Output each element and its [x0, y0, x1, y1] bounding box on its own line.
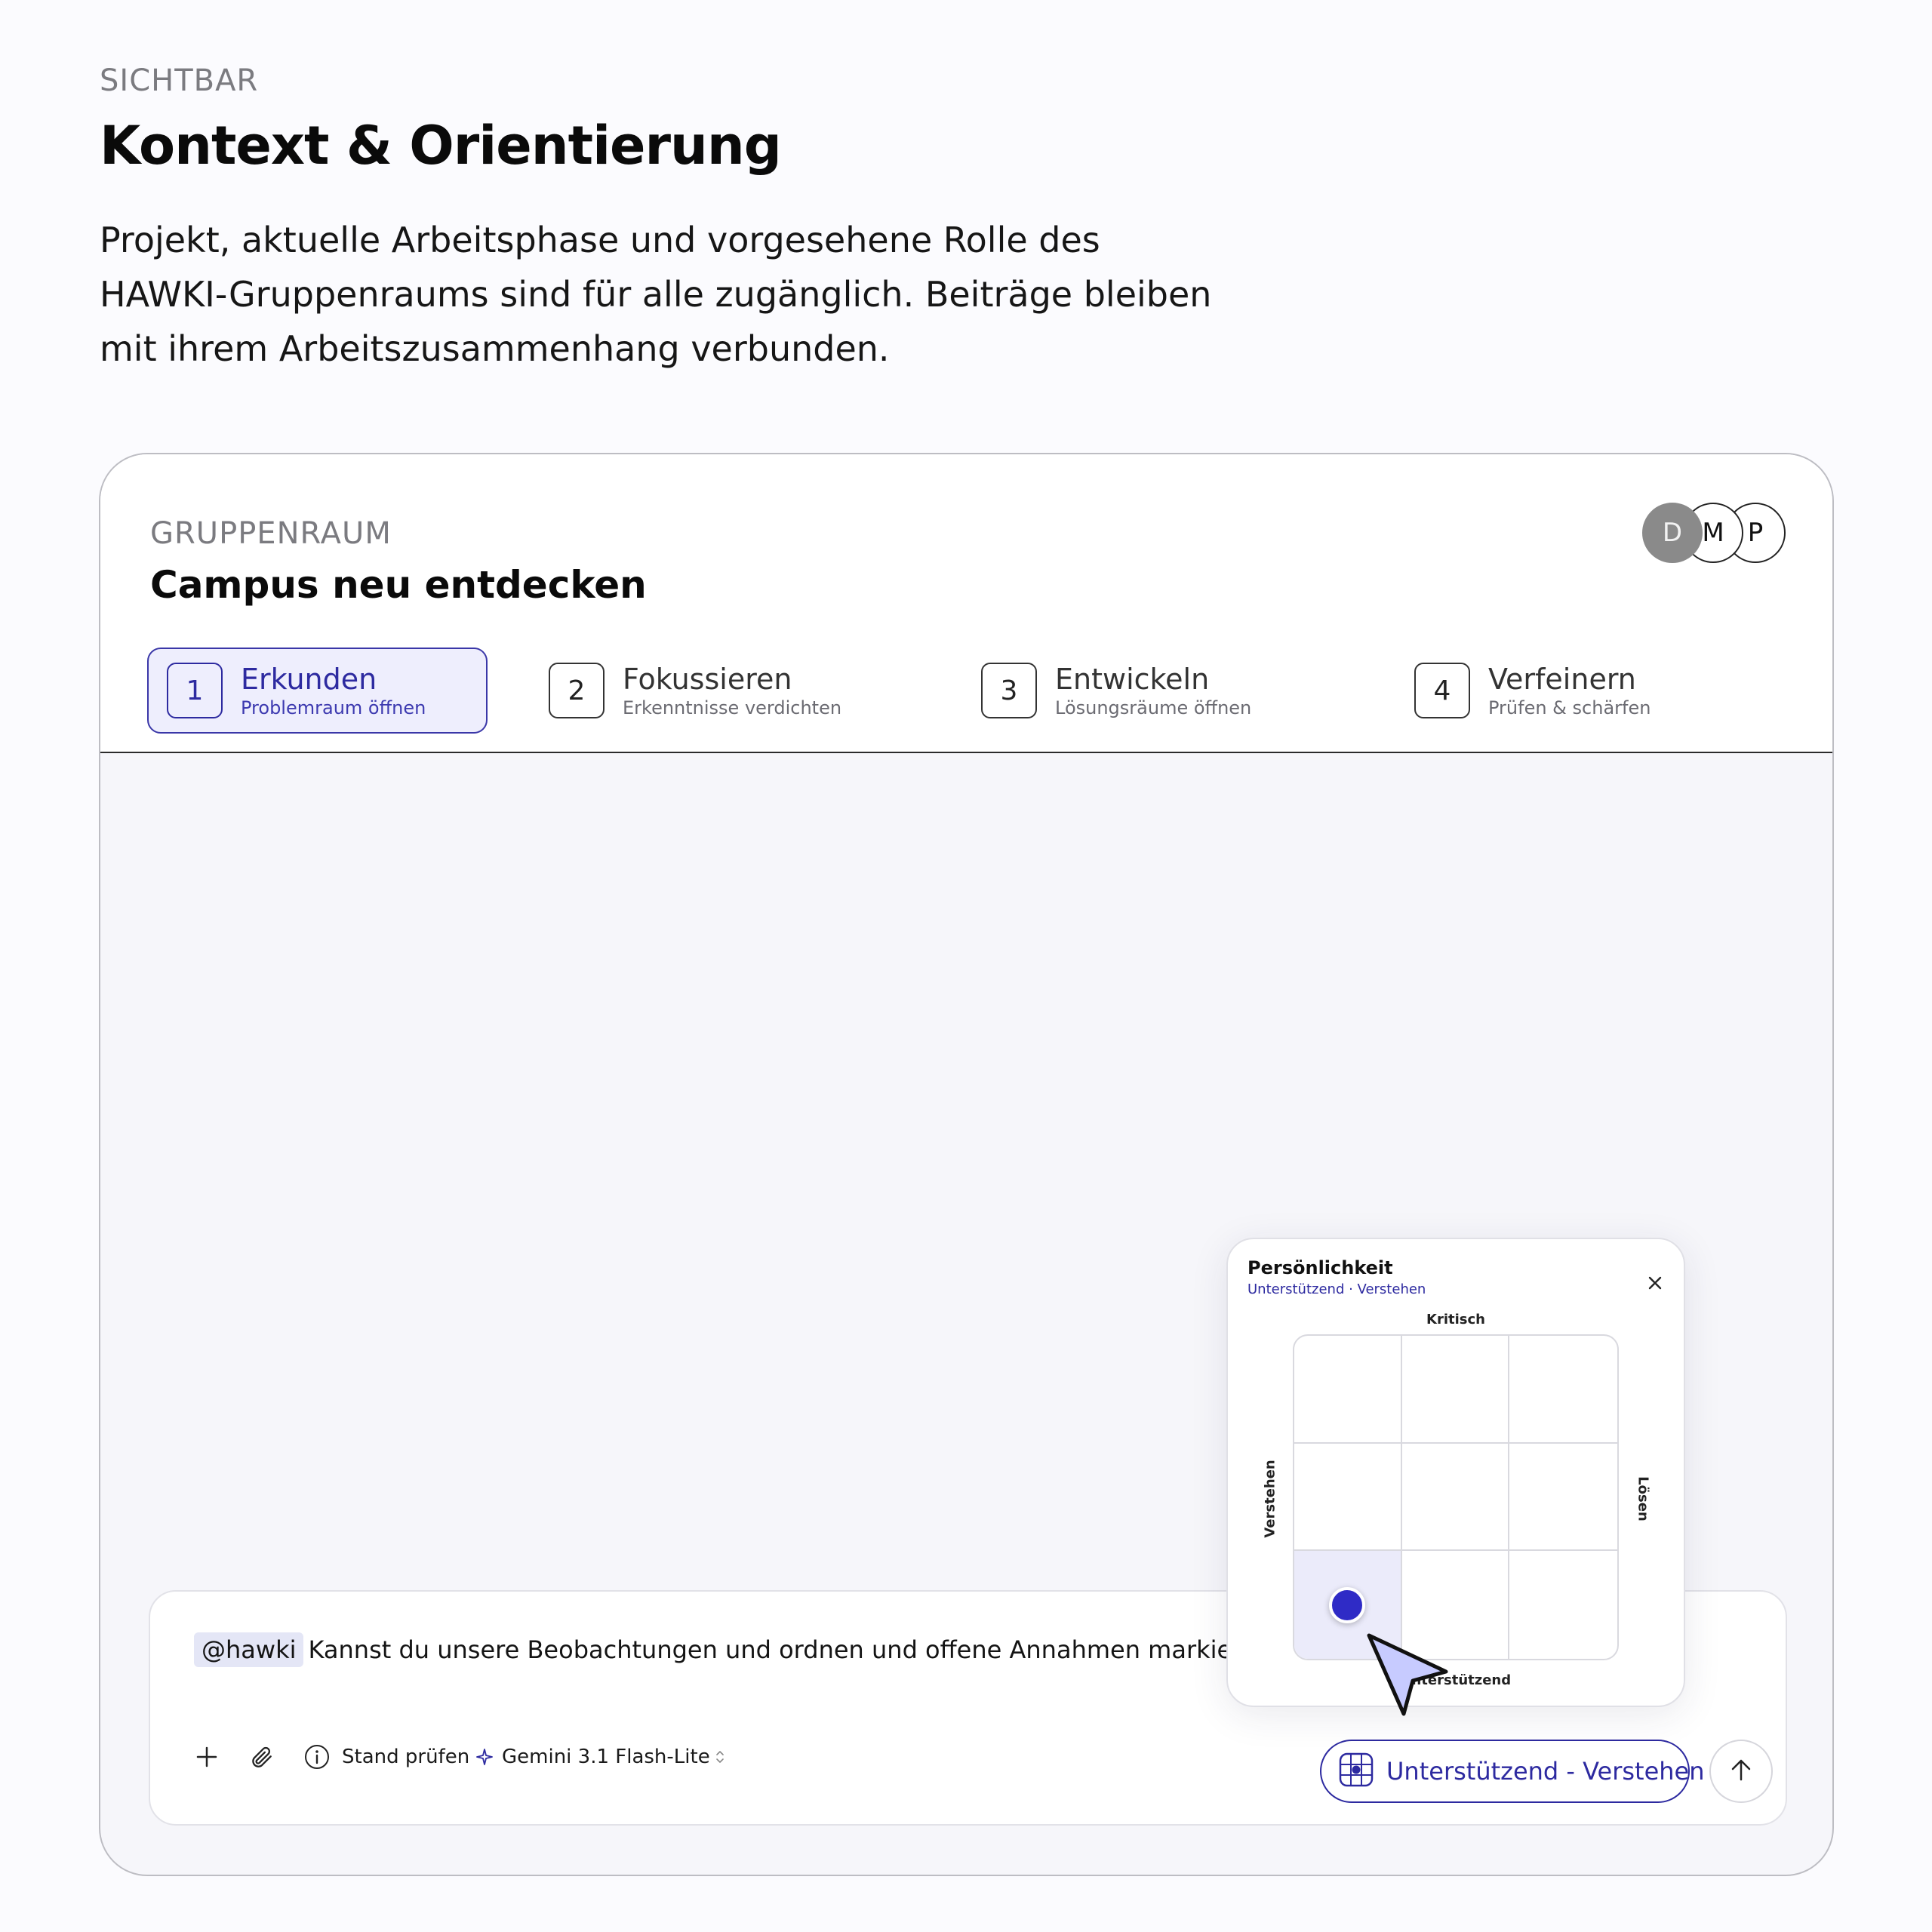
member-avatars: D M P: [1642, 503, 1793, 563]
page-title: Kontext & Orientierung: [100, 115, 782, 177]
page-description: Projekt, aktuelle Arbeitsphase und vorge…: [100, 220, 1212, 369]
grid-cell[interactable]: [1401, 1336, 1510, 1444]
persona-grid-icon: [1338, 1752, 1374, 1791]
check-status-label: Stand prüfen: [342, 1746, 470, 1768]
attach-button[interactable]: [242, 1737, 280, 1777]
avatar[interactable]: D: [1642, 503, 1703, 563]
group-room-card: GRUPPENRAUM Campus neu entdecken D M P 1…: [99, 453, 1834, 1876]
grid-cell[interactable]: [1509, 1444, 1617, 1552]
paperclip-icon: [242, 1738, 280, 1776]
sparkle-icon: [473, 1738, 496, 1776]
phase-tab-erkunden[interactable]: 1 Erkunden Problemraum öffnen: [147, 648, 488, 734]
phase-number: 1: [167, 663, 223, 718]
phase-name: Entwickeln: [1055, 663, 1210, 696]
phase-number: 4: [1414, 663, 1470, 718]
model-selector[interactable]: Gemini 3.1 Flash-Lite: [473, 1737, 730, 1777]
room-label: GRUPPENRAUM: [150, 516, 392, 551]
grid-cell[interactable]: [1509, 1551, 1617, 1659]
axis-label-left: Verstehen: [1262, 1460, 1278, 1538]
send-button[interactable]: [1709, 1740, 1773, 1803]
axis-label-top: Kritisch: [1426, 1312, 1485, 1327]
phase-name: Fokussieren: [623, 663, 792, 696]
phase-subtitle: Problemraum öffnen: [241, 697, 426, 718]
grid-cell[interactable]: [1294, 1336, 1402, 1444]
mention-tag[interactable]: @hawki: [194, 1632, 304, 1667]
persona-label: Unterstützend - Verstehen: [1386, 1757, 1705, 1786]
model-label: Gemini 3.1 Flash-Lite: [502, 1746, 710, 1768]
persona-button[interactable]: Unterstützend - Verstehen: [1320, 1740, 1705, 1803]
phase-name: Verfeinern: [1488, 663, 1636, 696]
popover-subtitle: Unterstützend · Verstehen: [1247, 1281, 1426, 1297]
mouse-pointer-icon: [1366, 1632, 1457, 1726]
grid-cell[interactable]: [1509, 1336, 1617, 1444]
phase-number: 2: [549, 663, 605, 718]
phase-subtitle: Erkenntnisse verdichten: [623, 697, 842, 718]
phase-number: 3: [981, 663, 1037, 718]
phase-subtitle: Lösungsräume öffnen: [1055, 697, 1252, 718]
phase-name: Erkunden: [241, 663, 377, 696]
grid-cell[interactable]: [1401, 1443, 1510, 1552]
message-input[interactable]: @hawki Kannst du unsere Beobachtungen und…: [194, 1632, 1284, 1667]
phase-tab-fokussieren[interactable]: 2 Fokussieren Erkenntnisse verdichten: [549, 648, 841, 734]
message-text: Kannst du unsere Beobachtungen und ordne…: [308, 1635, 1284, 1664]
room-title: Campus neu entdecken: [150, 563, 647, 607]
plus-icon: [188, 1738, 226, 1776]
persona-grid: [1293, 1334, 1619, 1660]
grid-cell[interactable]: [1294, 1443, 1402, 1552]
add-button[interactable]: [188, 1737, 226, 1777]
selection-dot[interactable]: [1329, 1586, 1366, 1623]
arrow-up-icon: [1726, 1755, 1756, 1788]
section-eyebrow: SICHTBAR: [100, 63, 259, 98]
phase-subtitle: Prüfen & schärfen: [1488, 697, 1651, 718]
check-status-button[interactable]: Stand prüfen: [298, 1737, 469, 1777]
room-header: GRUPPENRAUM Campus neu entdecken D M P 1…: [100, 454, 1832, 753]
info-icon: [298, 1738, 336, 1776]
popover-title: Persönlichkeit: [1247, 1257, 1393, 1278]
close-button[interactable]: [1640, 1268, 1670, 1298]
chevron-up-down-icon: [710, 1738, 730, 1776]
phase-tab-entwickeln[interactable]: 3 Entwickeln Lösungsräume öffnen: [981, 648, 1251, 734]
axis-label-right: Lösen: [1635, 1476, 1651, 1521]
phase-tab-verfeinern[interactable]: 4 Verfeinern Prüfen & schärfen: [1414, 648, 1651, 734]
close-icon: [1648, 1276, 1662, 1290]
